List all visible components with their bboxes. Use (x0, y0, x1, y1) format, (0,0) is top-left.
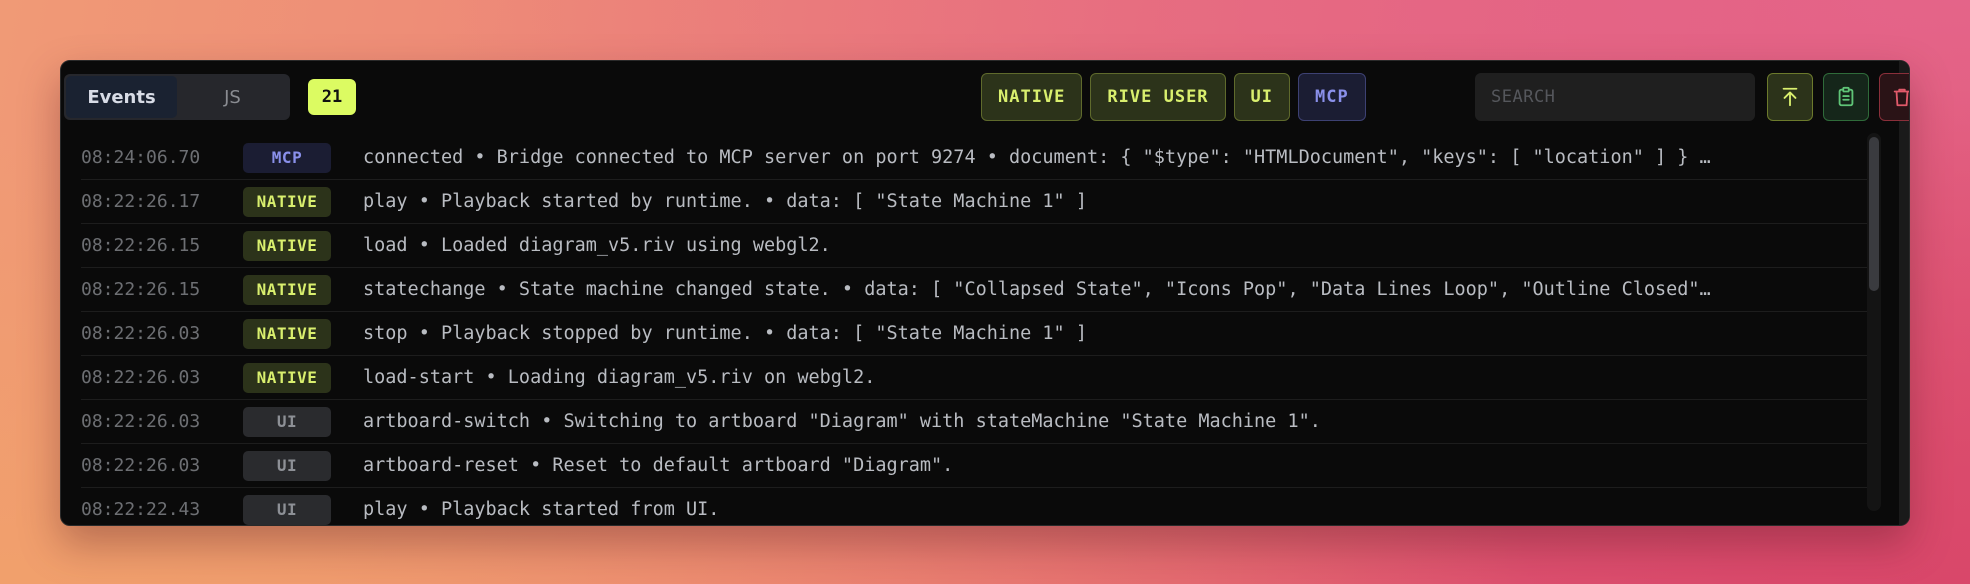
event-row[interactable]: 08:22:26.03 NATIVE stop • Playback stopp… (81, 312, 1869, 356)
event-message: statechange • State machine changed stat… (363, 279, 1711, 300)
event-timestamp: 08:22:26.15 (81, 279, 201, 300)
event-message: artboard-switch • Switching to artboard … (363, 411, 1321, 432)
source-badge: NATIVE (243, 274, 331, 305)
event-timestamp: 08:22:26.03 (81, 455, 201, 476)
event-timestamp: 08:22:26.03 (81, 411, 201, 432)
scroll-to-top-button[interactable] (1767, 73, 1813, 121)
source-badge: UI (243, 450, 331, 481)
event-row[interactable]: 08:22:26.03 NATIVE load-start • Loading … (81, 356, 1869, 400)
event-list-scrollbar[interactable] (1867, 133, 1881, 511)
tab-events[interactable]: Events (66, 76, 177, 118)
source-badge: NATIVE (243, 362, 331, 393)
source-filters: NATIVE RIVE USER UI MCP (981, 73, 1366, 121)
event-row[interactable]: 08:22:26.17 NATIVE play • Playback start… (81, 180, 1869, 224)
source-badge: NATIVE (243, 186, 331, 217)
event-message: load-start • Loading diagram_v5.riv on w… (363, 367, 876, 388)
event-message: play • Playback started by runtime. • da… (363, 191, 1087, 212)
event-timestamp: 08:22:26.15 (81, 235, 201, 256)
event-row[interactable]: 08:22:26.15 NATIVE statechange • State m… (81, 268, 1869, 312)
event-timestamp: 08:24:06.70 (81, 147, 201, 168)
source-badge: NATIVE (243, 318, 331, 349)
source-badge: UI (243, 406, 331, 437)
filter-mcp-button[interactable]: MCP (1298, 73, 1366, 121)
event-row[interactable]: 08:22:22.43 UI play • Playback started f… (81, 488, 1869, 525)
event-message: artboard-reset • Reset to default artboa… (363, 455, 954, 476)
panel-edge (1899, 61, 1909, 525)
filter-ui-button[interactable]: UI (1233, 73, 1291, 121)
event-timestamp: 08:22:26.03 (81, 323, 201, 344)
arrow-up-to-line-icon (1782, 87, 1798, 107)
scrollbar-thumb[interactable] (1869, 137, 1879, 291)
event-timestamp: 08:22:22.43 (81, 499, 201, 520)
event-row[interactable]: 08:22:26.03 UI artboard-switch • Switchi… (81, 400, 1869, 444)
event-message: load • Loaded diagram_v5.riv using webgl… (363, 235, 831, 256)
event-row[interactable]: 08:22:26.15 NATIVE load • Loaded diagram… (81, 224, 1869, 268)
source-badge: NATIVE (243, 230, 331, 261)
trash-icon (1893, 88, 1909, 107)
search-input[interactable] (1475, 73, 1755, 121)
event-timestamp: 08:22:26.03 (81, 367, 201, 388)
tab-js[interactable]: JS (177, 76, 288, 118)
copy-log-button[interactable] (1823, 73, 1869, 121)
event-count-badge: 21 (308, 79, 356, 115)
event-timestamp: 08:22:26.17 (81, 191, 201, 212)
clear-log-button[interactable] (1879, 73, 1909, 121)
event-message: stop • Playback stopped by runtime. • da… (363, 323, 1087, 344)
source-badge: UI (243, 494, 331, 525)
event-row[interactable]: 08:24:06.70 MCP connected • Bridge conne… (81, 136, 1869, 180)
event-row[interactable]: 08:22:26.03 UI artboard-reset • Reset to… (81, 444, 1869, 488)
clipboard-icon (1838, 86, 1854, 107)
event-message: play • Playback started from UI. (363, 499, 720, 520)
event-message: connected • Bridge connected to MCP serv… (363, 147, 1711, 168)
source-badge: MCP (243, 142, 331, 173)
toolbar: Events JS 21 NATIVE RIVE USER UI MCP (61, 61, 1909, 131)
view-toggle: Events JS (64, 74, 290, 120)
filter-native-button[interactable]: NATIVE (981, 73, 1083, 121)
filter-rive-user-button[interactable]: RIVE USER (1090, 73, 1226, 121)
event-list: 08:24:06.70 MCP connected • Bridge conne… (81, 136, 1869, 525)
event-log-panel: Events JS 21 NATIVE RIVE USER UI MCP SEA… (60, 60, 1910, 526)
